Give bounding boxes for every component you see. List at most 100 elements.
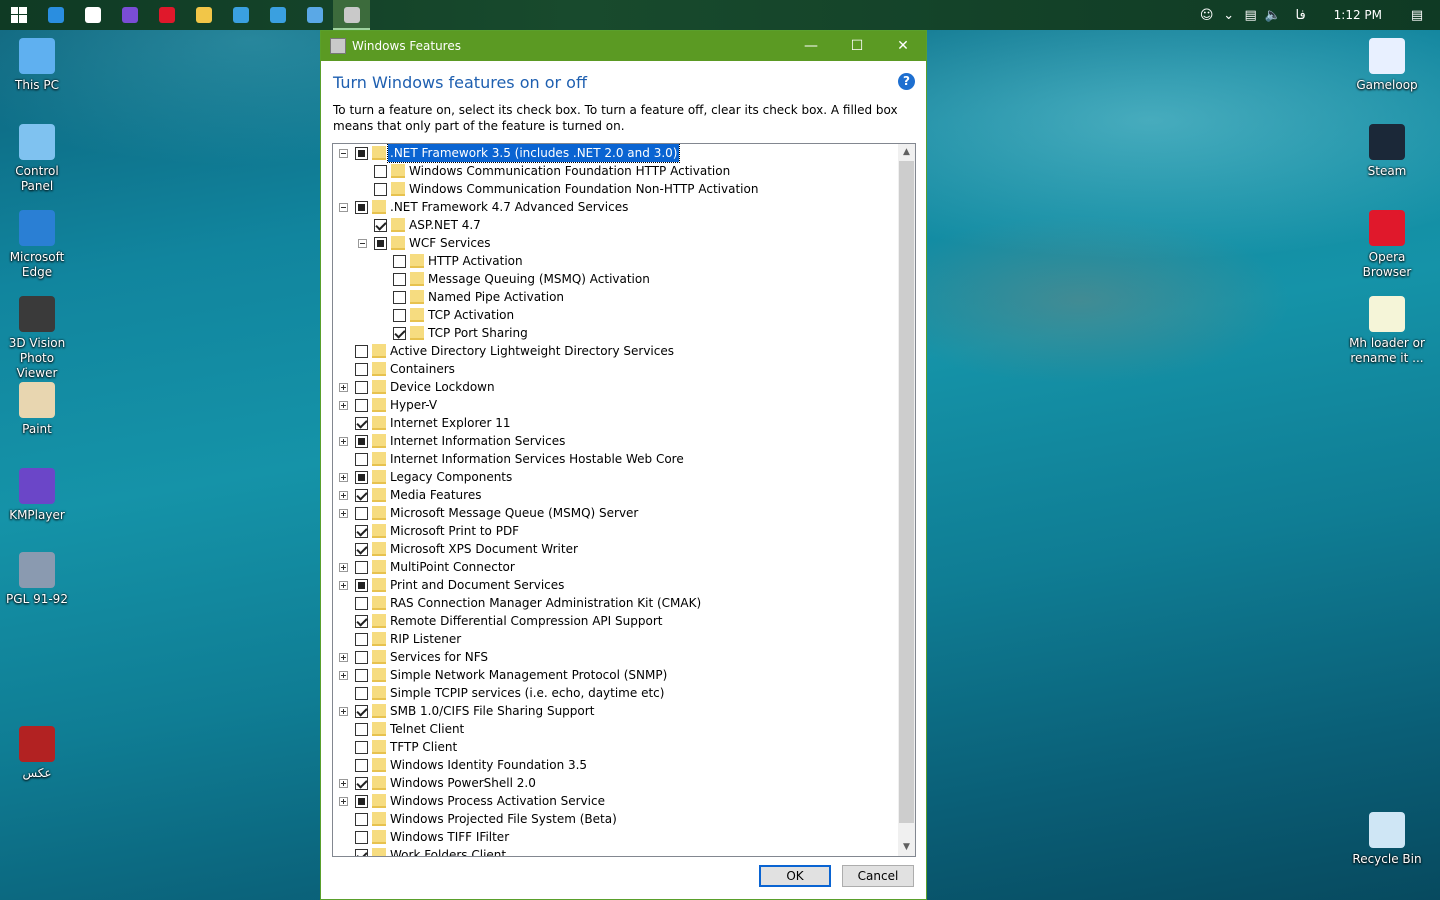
feature-label[interactable]: Media Features	[390, 486, 481, 504]
taskbar-start-button[interactable]	[0, 0, 37, 30]
feature-row[interactable]: Windows Communication Foundation HTTP Ac…	[333, 162, 898, 180]
scroll-up-arrow-icon[interactable]: ▲	[898, 144, 915, 161]
vertical-scrollbar[interactable]: ▲ ▼	[898, 144, 915, 856]
feature-row[interactable]: Windows Projected File System (Beta)	[333, 810, 898, 828]
feature-row[interactable]: RAS Connection Manager Administration Ki…	[333, 594, 898, 612]
feature-checkbox[interactable]	[355, 633, 368, 646]
scroll-down-arrow-icon[interactable]: ▼	[898, 839, 915, 856]
feature-checkbox[interactable]	[355, 597, 368, 610]
feature-checkbox[interactable]	[374, 165, 387, 178]
feature-row[interactable]: Message Queuing (MSMQ) Activation	[333, 270, 898, 288]
feature-checkbox[interactable]	[355, 777, 368, 790]
feature-label[interactable]: Internet Explorer 11	[390, 414, 511, 432]
feature-checkbox[interactable]	[355, 669, 368, 682]
feature-label[interactable]: Message Queuing (MSMQ) Activation	[428, 270, 650, 288]
expand-plus-icon[interactable]	[339, 509, 348, 518]
feature-label[interactable]: Windows Communication Foundation Non-HTT…	[409, 180, 758, 198]
taskbar-opera-button[interactable]	[148, 0, 185, 30]
feature-label[interactable]: Microsoft Message Queue (MSMQ) Server	[390, 504, 638, 522]
feature-label[interactable]: Legacy Components	[390, 468, 512, 486]
expand-plus-icon[interactable]	[339, 707, 348, 716]
feature-row[interactable]: Microsoft XPS Document Writer	[333, 540, 898, 558]
expand-plus-icon[interactable]	[339, 581, 348, 590]
feature-row[interactable]: Active Directory Lightweight Directory S…	[333, 342, 898, 360]
feature-label[interactable]: Microsoft Print to PDF	[390, 522, 519, 540]
feature-checkbox[interactable]	[355, 705, 368, 718]
feature-label[interactable]: Active Directory Lightweight Directory S…	[390, 342, 674, 360]
feature-row[interactable]: Windows Communication Foundation Non-HTT…	[333, 180, 898, 198]
feature-row[interactable]: Windows TIFF IFilter	[333, 828, 898, 846]
show-hidden-icons-chevron-icon[interactable]: ⌄	[1218, 0, 1240, 30]
feature-checkbox[interactable]	[355, 363, 368, 376]
feature-checkbox[interactable]	[355, 507, 368, 520]
feature-checkbox[interactable]	[355, 417, 368, 430]
feature-label[interactable]: TCP Activation	[428, 306, 514, 324]
feature-row[interactable]: Windows Process Activation Service	[333, 792, 898, 810]
network-icon[interactable]: ▤	[1240, 0, 1262, 30]
feature-row[interactable]: RIP Listener	[333, 630, 898, 648]
desktop-shortcut[interactable]: عکس	[0, 726, 75, 781]
feature-label[interactable]: HTTP Activation	[428, 252, 523, 270]
taskbar-mail-button[interactable]	[74, 0, 111, 30]
expand-plus-icon[interactable]	[339, 401, 348, 410]
feature-label[interactable]: Remote Differential Compression API Supp…	[390, 612, 662, 630]
ok-button[interactable]: OK	[759, 865, 831, 887]
feature-row[interactable]: Work Folders Client	[333, 846, 898, 856]
feature-row[interactable]: Print and Document Services	[333, 576, 898, 594]
feature-row[interactable]: Windows Identity Foundation 3.5	[333, 756, 898, 774]
feature-checkbox[interactable]	[355, 759, 368, 772]
clock[interactable]: 1:12 PM	[1334, 8, 1382, 22]
feature-checkbox[interactable]	[355, 381, 368, 394]
feature-row[interactable]: SMB 1.0/CIFS File Sharing Support	[333, 702, 898, 720]
desktop-shortcut[interactable]: Control Panel	[0, 124, 75, 194]
language-indicator[interactable]: فا	[1290, 0, 1312, 30]
feature-checkbox[interactable]	[355, 687, 368, 700]
desktop-shortcut[interactable]: Gameloop	[1349, 38, 1425, 93]
volume-icon[interactable]: 🔈	[1262, 0, 1284, 30]
feature-label[interactable]: RAS Connection Manager Administration Ki…	[390, 594, 701, 612]
feature-checkbox[interactable]	[374, 237, 387, 250]
feature-row[interactable]: Remote Differential Compression API Supp…	[333, 612, 898, 630]
feature-checkbox[interactable]	[355, 561, 368, 574]
feature-row[interactable]: Containers	[333, 360, 898, 378]
feature-row[interactable]: Named Pipe Activation	[333, 288, 898, 306]
title-bar[interactable]: Windows Features — ☐ ✕	[321, 31, 926, 61]
feature-row[interactable]: HTTP Activation	[333, 252, 898, 270]
close-button[interactable]: ✕	[880, 31, 926, 61]
collapse-minus-icon[interactable]	[339, 203, 348, 212]
feature-label[interactable]: WCF Services	[409, 234, 491, 252]
people-icon[interactable]: ☺	[1196, 0, 1218, 30]
feature-label[interactable]: Windows Identity Foundation 3.5	[390, 756, 587, 774]
taskbar-app-blue-1-button[interactable]	[222, 0, 259, 30]
feature-checkbox[interactable]	[355, 399, 368, 412]
feature-label[interactable]: ASP.NET 4.7	[409, 216, 481, 234]
feature-label[interactable]: Named Pipe Activation	[428, 288, 564, 306]
expand-plus-icon[interactable]	[339, 797, 348, 806]
feature-row[interactable]: Services for NFS	[333, 648, 898, 666]
feature-label[interactable]: Telnet Client	[390, 720, 464, 738]
feature-checkbox[interactable]	[355, 435, 368, 448]
feature-checkbox[interactable]	[355, 471, 368, 484]
cancel-button[interactable]: Cancel	[842, 865, 914, 887]
feature-row[interactable]: TFTP Client	[333, 738, 898, 756]
feature-label[interactable]: .NET Framework 4.7 Advanced Services	[390, 198, 628, 216]
feature-checkbox[interactable]	[355, 849, 368, 856]
expand-plus-icon[interactable]	[339, 563, 348, 572]
feature-checkbox[interactable]	[393, 255, 406, 268]
feature-checkbox[interactable]	[393, 327, 406, 340]
minimize-button[interactable]: —	[788, 31, 834, 61]
feature-row[interactable]: ASP.NET 4.7	[333, 216, 898, 234]
feature-label[interactable]: Work Folders Client	[390, 846, 506, 856]
feature-label[interactable]: Device Lockdown	[390, 378, 495, 396]
feature-label[interactable]: Print and Document Services	[390, 576, 564, 594]
feature-checkbox[interactable]	[355, 147, 368, 160]
desktop-shortcut[interactable]: Recycle Bin	[1349, 812, 1425, 867]
feature-row[interactable]: Hyper-V	[333, 396, 898, 414]
expand-plus-icon[interactable]	[339, 671, 348, 680]
feature-label[interactable]: SMB 1.0/CIFS File Sharing Support	[390, 702, 594, 720]
feature-label[interactable]: Microsoft XPS Document Writer	[390, 540, 578, 558]
feature-label[interactable]: Internet Information Services Hostable W…	[390, 450, 684, 468]
feature-row[interactable]: Media Features	[333, 486, 898, 504]
feature-label[interactable]: Windows PowerShell 2.0	[390, 774, 536, 792]
feature-label[interactable]: .NET Framework 3.5 (includes .NET 2.0 an…	[386, 144, 681, 163]
